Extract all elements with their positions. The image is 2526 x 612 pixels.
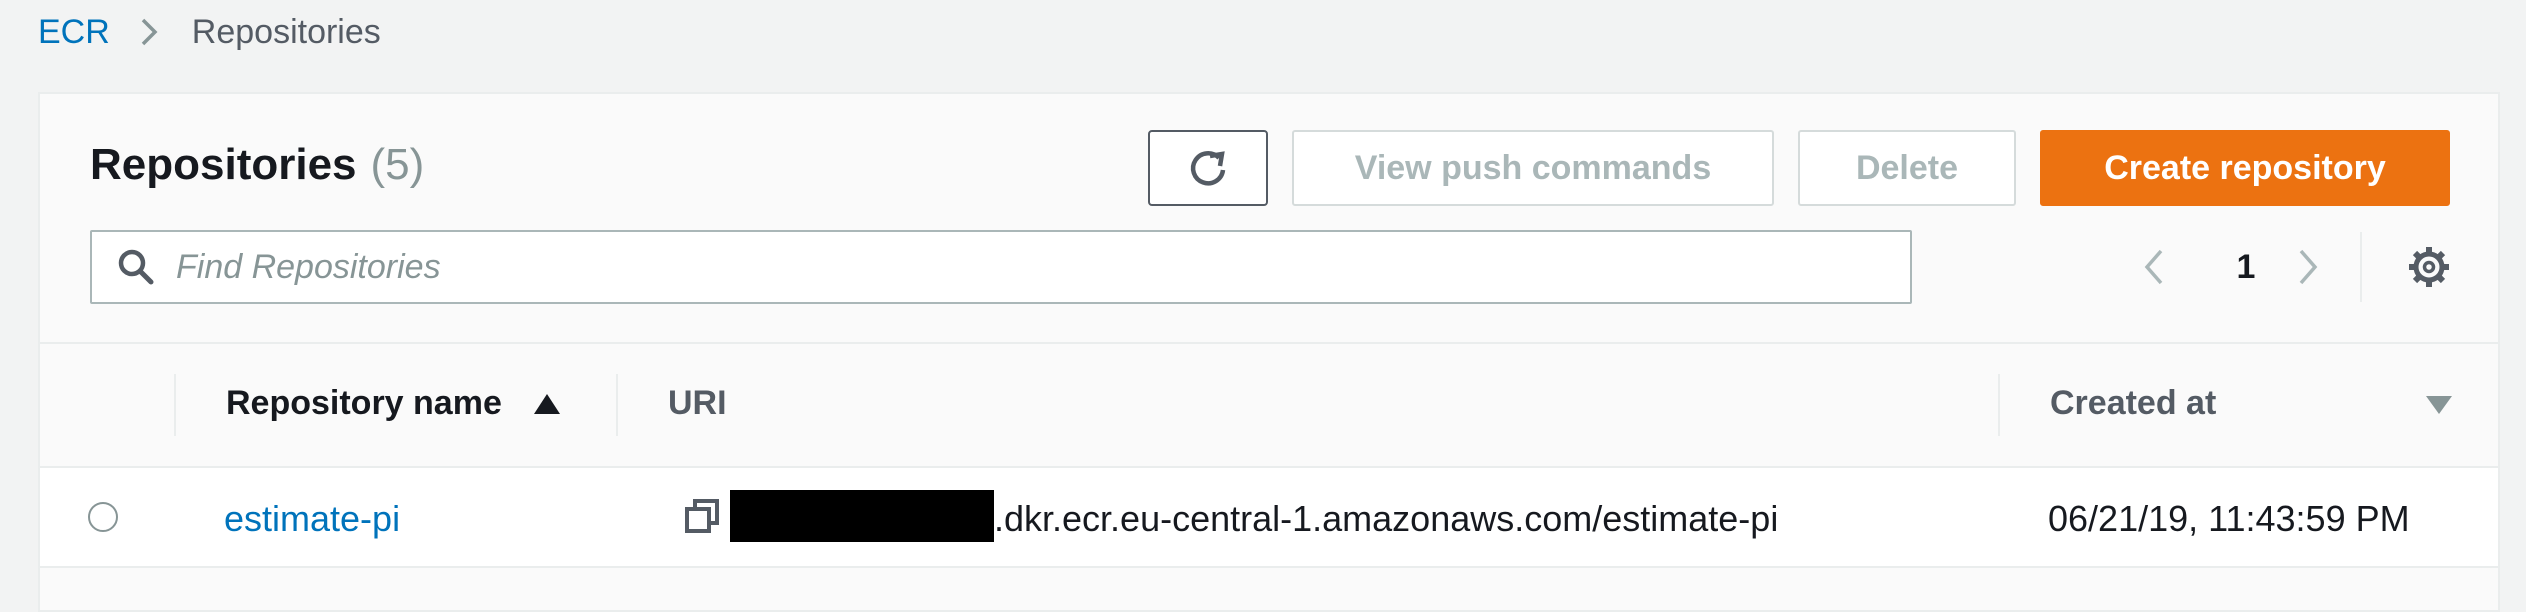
refresh-icon [1190, 151, 1226, 186]
repository-name-link[interactable]: estimate-pi [224, 498, 400, 540]
column-header-label: URI [668, 384, 727, 422]
created-at-value: 06/21/19, 11:43:59 PM [2048, 498, 2410, 539]
column-separator [1998, 374, 2000, 436]
search-placeholder: Find Repositories [176, 247, 441, 286]
gear-icon [2409, 247, 2449, 287]
repository-uri: .dkr.ecr.eu-central-1.amazonaws.com/esti… [994, 498, 1779, 539]
chevron-right-icon [140, 17, 158, 47]
current-page-number[interactable]: 1 [2226, 234, 2266, 300]
settings-button[interactable] [2404, 242, 2454, 297]
column-separator [616, 374, 618, 436]
breadcrumb: ECR Repositories [38, 8, 381, 56]
breadcrumb-ecr-link[interactable]: ECR [38, 13, 110, 52]
table-row[interactable]: estimate-pi .dkr.ecr.eu-central-1.amazon… [40, 468, 2498, 568]
next-page-button[interactable] [2296, 234, 2320, 300]
delete-button[interactable]: Delete [1798, 130, 2016, 206]
column-header-label: Repository name [226, 384, 502, 422]
breadcrumb-current: Repositories [191, 12, 381, 51]
search-icon [116, 247, 156, 287]
column-header-uri[interactable]: URI [668, 384, 727, 423]
column-header-repository-name[interactable]: Repository name [226, 384, 562, 423]
divider [2360, 232, 2362, 302]
sort-descending-icon[interactable] [2424, 394, 2454, 416]
search-input[interactable]: Find Repositories [90, 230, 1912, 304]
redacted-account-id [730, 490, 994, 542]
column-header-created-at[interactable]: Created at [2050, 384, 2216, 423]
row-select-radio[interactable] [88, 502, 118, 532]
chevron-right-icon [2299, 249, 2318, 285]
column-separator [174, 374, 176, 436]
repositories-panel: Repositories (5) View push commands Delet… [38, 92, 2500, 612]
create-repository-button[interactable]: Create repository [2040, 130, 2450, 206]
page-title-text: Repositories [90, 140, 357, 189]
refresh-button[interactable] [1148, 130, 1268, 206]
table-header: Repository name URI Created at [40, 342, 2498, 468]
page-title: Repositories (5) [90, 140, 424, 190]
chevron-left-icon [2144, 249, 2163, 285]
copy-icon[interactable] [684, 498, 720, 539]
view-push-commands-button[interactable]: View push commands [1292, 130, 1774, 206]
repository-count: (5) [370, 140, 425, 189]
column-header-label: Created at [2050, 384, 2217, 422]
previous-page-button[interactable] [2142, 234, 2166, 300]
sort-ascending-icon [533, 393, 560, 414]
